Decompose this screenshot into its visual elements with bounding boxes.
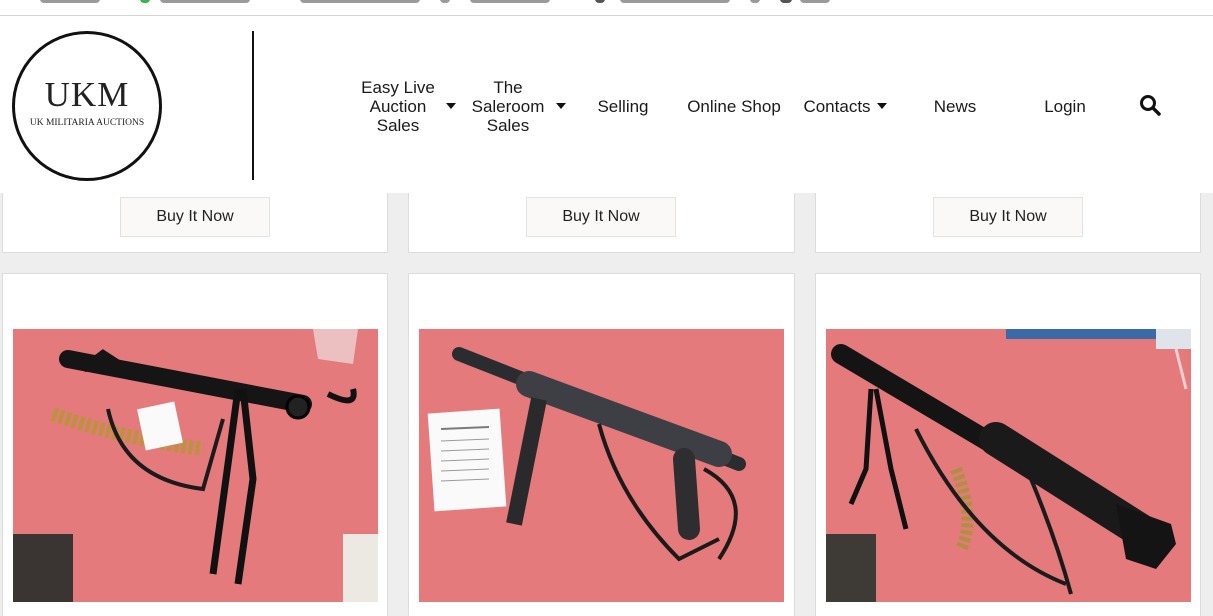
nav-selling-label: Selling [597,96,649,116]
buy-it-now-button[interactable]: Buy It Now [120,197,270,237]
nav-news[interactable]: News [925,94,985,118]
browser-bookmark-strip [0,0,1213,16]
chevron-down-icon [446,103,456,109]
nav-the-saleroom-sales[interactable]: The Saleroom Sales [462,76,572,136]
nav-easy-live-label: Easy Live Auction Sales [361,77,435,135]
site-header: UKM UK MILITARIA AUCTIONS Easy Live Auct… [0,16,1213,193]
logo-subtitle: UK MILITARIA AUCTIONS [29,118,145,128]
nav-online-shop-label: Online Shop [687,96,781,116]
chevron-down-icon [556,103,566,109]
product-card: Buy It Now [408,193,795,253]
logo-title: UKM [44,75,130,114]
site-logo[interactable]: UKM UK MILITARIA AUCTIONS [12,31,162,181]
product-card [815,273,1201,616]
nav-contacts[interactable]: Contacts [800,94,890,118]
search-icon[interactable] [1139,94,1161,116]
chevron-down-icon [876,103,887,109]
buy-it-now-button[interactable]: Buy It Now [526,197,676,237]
mp40-submachine-gun-photo[interactable] [419,329,784,602]
nav-login[interactable]: Login [1035,94,1095,118]
nav-online-shop[interactable]: Online Shop [684,94,784,118]
nav-login-label: Login [1044,96,1086,116]
buy-it-now-button[interactable]: Buy It Now [933,197,1083,237]
mg42-machine-gun-photo[interactable] [826,329,1191,602]
product-card: Buy It Now [2,193,388,253]
product-card: Buy It Now [815,193,1201,253]
mg34-machine-gun-photo[interactable] [13,329,378,602]
nav-news-label: News [933,96,977,116]
nav-selling[interactable]: Selling [588,94,658,118]
product-card [408,273,795,616]
nav-easy-live-auction-sales[interactable]: Easy Live Auction Sales [352,76,462,136]
nav-contacts-label: Contacts [803,96,871,116]
header-divider [252,31,254,180]
nav-saleroom-label: The Saleroom Sales [471,77,545,135]
product-card [2,273,388,616]
